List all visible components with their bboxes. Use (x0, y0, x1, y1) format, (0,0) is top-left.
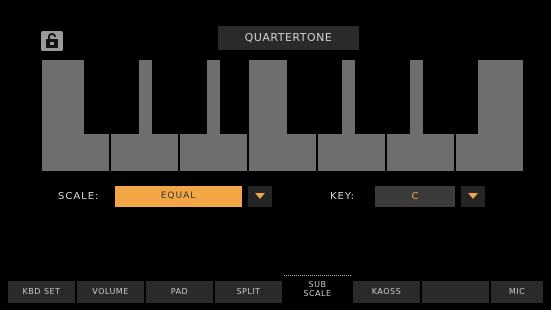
keyboard (42, 60, 525, 171)
lock-button[interactable] (41, 31, 63, 51)
black-key-f-sharp[interactable] (287, 60, 342, 134)
lock-icon (46, 33, 58, 48)
scale-dropdown-button[interactable] (248, 186, 272, 207)
black-key-c-sharp[interactable] (84, 60, 139, 134)
tab-volume[interactable]: VOLUME (77, 281, 144, 303)
tab-mic[interactable]: MIC (491, 281, 543, 303)
black-key-d-sharp[interactable] (152, 60, 207, 134)
scale-select[interactable]: EQUAL (115, 186, 242, 207)
black-key-gap (220, 60, 247, 134)
screen: QUARTERTONE SCALE: EQUAL KEY: C KBD SET … (8, 7, 543, 303)
tab-sub-scale[interactable]: SUB SCALE (284, 275, 351, 303)
key-label: KEY: (330, 191, 356, 202)
tab-empty[interactable] (422, 281, 489, 303)
scale-label: SCALE: (58, 191, 100, 202)
tab-kbd-set[interactable]: KBD SET (8, 281, 75, 303)
black-key-a-sharp[interactable] (423, 60, 478, 134)
tab-split[interactable]: SPLIT (215, 281, 282, 303)
tab-kaoss[interactable]: KAOSS (353, 281, 420, 303)
tab-bar: KBD SET VOLUME PAD SPLIT SUB SCALE KAOSS… (8, 275, 543, 303)
page-title: QUARTERTONE (218, 26, 359, 50)
key-select[interactable]: C (375, 186, 455, 207)
black-key-g-sharp[interactable] (355, 60, 410, 134)
tab-pad[interactable]: PAD (146, 281, 213, 303)
key-dropdown-button[interactable] (461, 186, 485, 207)
